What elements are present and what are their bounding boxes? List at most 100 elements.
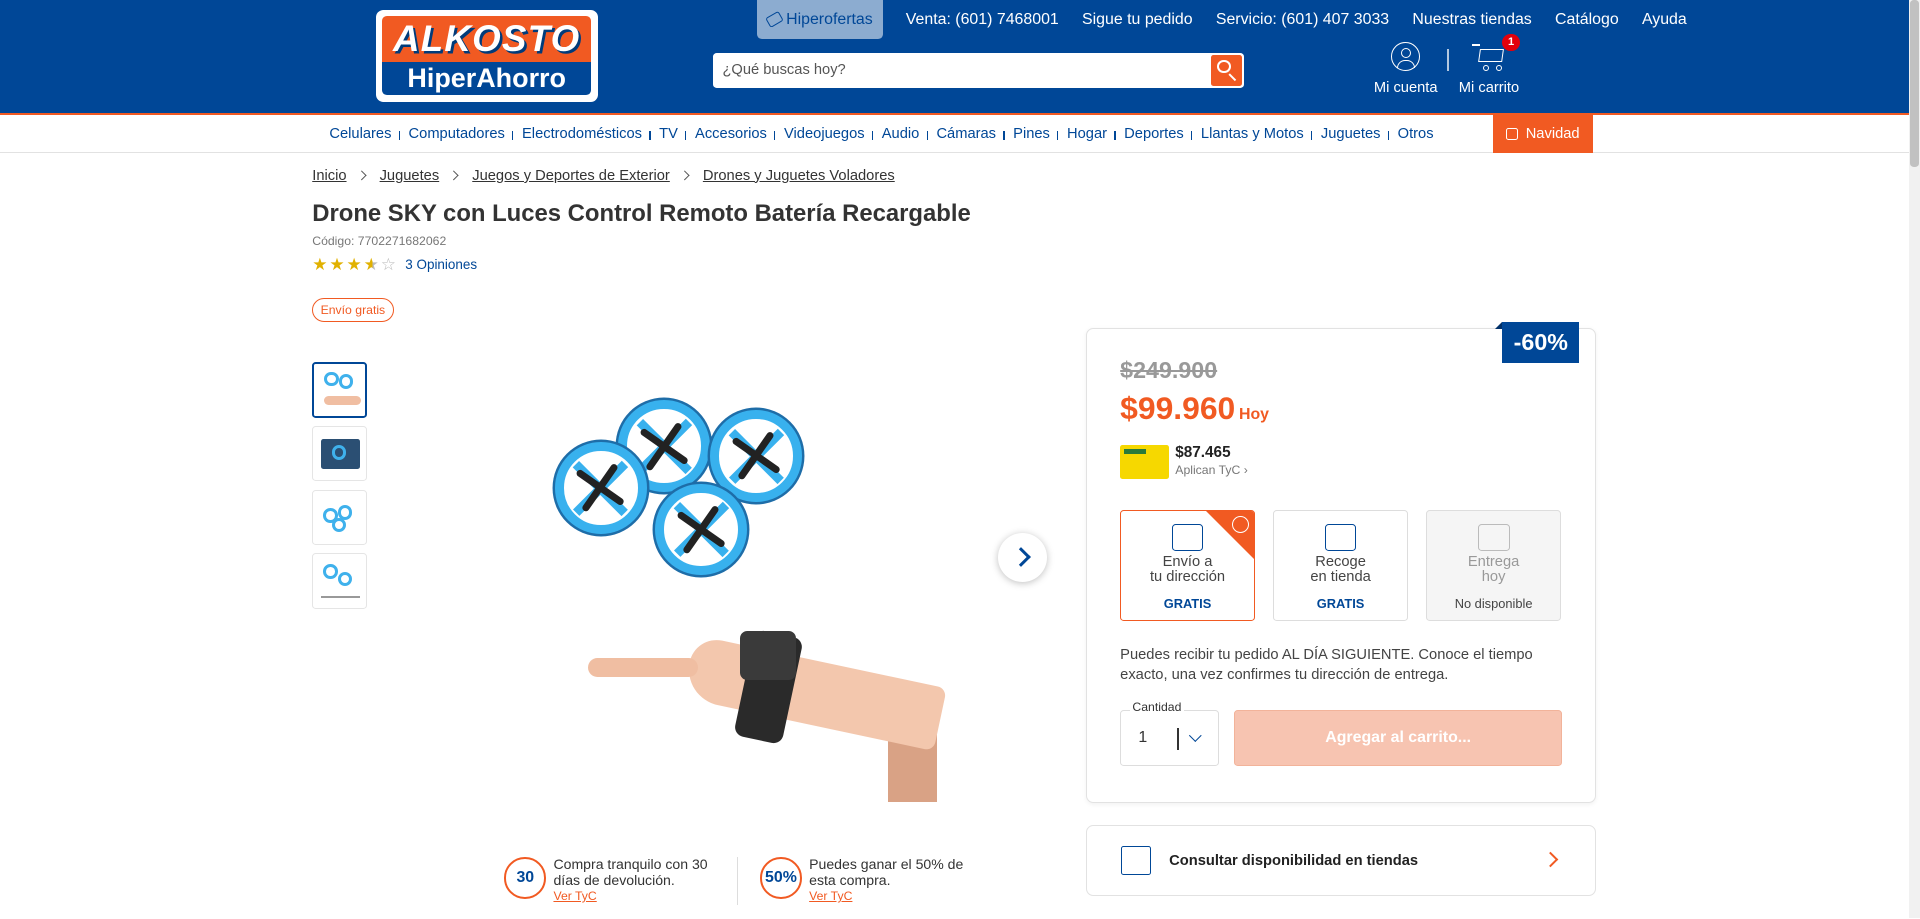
promo-strip: 30 Compra tranquilo con 30 días de devol… (504, 856, 982, 905)
breadcrumb-juegos-exterior[interactable]: Juegos y Deportes de Exterior (472, 168, 670, 184)
page: ALKOSTO HiperAhorro Hiperofertas Venta: … (0, 0, 1920, 919)
nav-item-pines[interactable]: Pines (1003, 126, 1059, 142)
scrollbar-thumb[interactable] (1910, 0, 1919, 167)
quantity-select[interactable]: 1 (1120, 709, 1220, 767)
hiperofertas-label: Hiperofertas (786, 10, 873, 28)
breadcrumb-drones[interactable]: Drones y Juguetes Voladores (703, 168, 895, 184)
current-price: $99.960 (1120, 390, 1236, 427)
cart-count-badge: 1 (1502, 34, 1520, 52)
nav-item-videojuegos[interactable]: Videojuegos (774, 126, 873, 142)
delivery-options: Envío a tu dirección GRATIS Recoge en ti… (1120, 510, 1561, 621)
product-rating[interactable]: ★ ★ ★ ★ ☆ 3 Opiniones (312, 253, 477, 274)
chevron-right-icon (679, 170, 690, 181)
delivery-option-today-line1: Entrega (1467, 554, 1520, 571)
thumbnail-2[interactable] (312, 426, 368, 482)
thumbnail-4[interactable] (312, 553, 368, 609)
star-empty-icon: ☆ (380, 253, 397, 274)
percent-50-icon: 50% (760, 857, 802, 899)
promo-devolucion-text: Compra tranquilo con 30 días de devoluci… (553, 856, 708, 889)
nav-item-celulares[interactable]: Celulares (321, 126, 400, 142)
opinions-link[interactable]: 3 Opiniones (405, 257, 477, 272)
delivery-option-pickup-line1: Recoge (1315, 554, 1366, 571)
search-icon-handle (1228, 73, 1237, 82)
gift-icon (1506, 127, 1519, 141)
delivery-option-today-status: No disponible (1454, 596, 1533, 612)
card-terms-link[interactable]: Aplican TyC › (1175, 463, 1248, 477)
top-link-sigue-pedido[interactable]: Sigue tu pedido (1082, 11, 1193, 29)
category-nav: Celulares Computadores Electrodomésticos… (0, 115, 1920, 154)
truck-icon (1171, 523, 1204, 551)
alkosto-logo[interactable]: ALKOSTO HiperAhorro (375, 9, 598, 102)
search-input[interactable] (722, 52, 1200, 89)
old-price: $249.900 (1120, 357, 1218, 384)
price-box: -60% $249.900 $99.960 Hoy $87.465 Aplica… (1086, 321, 1596, 804)
store-icon (1324, 523, 1357, 551)
delivery-option-today: Entrega hoy No disponible (1426, 510, 1561, 621)
return-30-icon: 30 (504, 857, 547, 899)
card-terms-label: Aplican TyC (1175, 462, 1241, 477)
delivery-option-pickup[interactable]: Recoge en tienda GRATIS (1273, 510, 1408, 621)
breadcrumb-juguetes[interactable]: Juguetes (380, 168, 440, 184)
delivery-option-pickup-status: GRATIS (1316, 596, 1365, 612)
top-links: Hiperofertas Venta: (601) 7468001 Sigue … (756, 0, 1687, 40)
promo-50: 50% Puedes ganar el 50% de esta compra. … (737, 856, 982, 905)
chevron-right-icon (448, 170, 460, 181)
top-link-servicio[interactable]: Servicio: (601) 407 3033 (1216, 11, 1389, 29)
nav-item-juguetes[interactable]: Juguetes (1311, 126, 1389, 142)
free-shipping-badge: Envío gratis (312, 297, 394, 323)
star-icon: ★ (346, 253, 362, 274)
thumbnail-3[interactable] (312, 489, 368, 545)
hiperofertas-link[interactable]: Hiperofertas (756, 0, 883, 40)
add-to-cart-button[interactable]: Agregar al carrito... (1234, 709, 1563, 767)
nav-item-navidad[interactable]: Navidad (1492, 115, 1594, 154)
nav-item-otros[interactable]: Otros (1387, 126, 1442, 142)
quantity-label: Cantidad (1129, 700, 1184, 715)
nav-item-accesorios[interactable]: Accesorios (685, 126, 775, 142)
nav-item-hogar[interactable]: Hogar (1057, 126, 1115, 142)
delivery-note: Puedes recibir tu pedido AL DÍA SIGUIENT… (1120, 647, 1533, 683)
star-half-icon: ★ (363, 253, 380, 274)
nav-item-camaras[interactable]: Cámaras (926, 126, 1005, 142)
store-icon (1121, 845, 1151, 876)
account-button[interactable]: Mi cuenta (1371, 41, 1440, 96)
tag-icon (764, 11, 783, 29)
top-link-venta[interactable]: Venta: (601) 7468001 (906, 11, 1059, 29)
store-availability-button[interactable]: Consultar disponibilidad en tiendas (1086, 825, 1596, 897)
logo-top-text: ALKOSTO (382, 15, 592, 63)
nav-item-computadores[interactable]: Computadores (398, 126, 513, 142)
chevron-right-icon (1542, 852, 1559, 868)
search-button[interactable] (1211, 55, 1242, 86)
nav-item-audio[interactable]: Audio (871, 126, 928, 142)
drone-propeller (554, 442, 647, 534)
product-main-image[interactable] (520, 386, 947, 803)
cart-label: Mi carrito (1458, 79, 1520, 96)
breadcrumb-inicio[interactable]: Inicio (312, 168, 346, 184)
nav-item-tv[interactable]: TV (649, 126, 687, 142)
product-title: Drone SKY con Luces Control Remoto Bater… (312, 199, 971, 227)
nav-item-llantas-motos[interactable]: Llantas y Motos (1191, 126, 1312, 142)
chevron-right-icon (356, 170, 367, 181)
search-bar (712, 52, 1245, 89)
delivery-option-today-line2: hoy (1481, 569, 1506, 586)
promo-devolucion-tyc-link[interactable]: Ver TyC (553, 889, 737, 905)
thumbnail-1[interactable] (312, 362, 368, 418)
header: ALKOSTO HiperAhorro Hiperofertas Venta: … (0, 0, 1920, 113)
delivery-option-home[interactable]: Envío a tu dirección GRATIS (1120, 510, 1255, 621)
cart-icon (1471, 42, 1506, 71)
product-code: Código: 7702271682062 (312, 233, 447, 248)
nav-item-electrodomesticos[interactable]: Electrodomésticos (512, 126, 650, 142)
page-scrollbar[interactable] (1909, 0, 1920, 919)
search-icon (1217, 59, 1231, 74)
next-image-button[interactable] (997, 532, 1047, 582)
top-link-tiendas[interactable]: Nuestras tiendas (1412, 11, 1531, 29)
credit-card-icon (1120, 445, 1170, 479)
logo-bottom-text: HiperAhorro (382, 62, 592, 96)
delivery-option-pickup-line2: en tienda (1310, 569, 1371, 586)
promo-50-tyc-link[interactable]: Ver TyC (809, 889, 982, 905)
store-availability-label: Consultar disponibilidad en tiendas (1169, 853, 1419, 870)
top-link-catalogo[interactable]: Catálogo (1555, 11, 1619, 29)
delivery-option-home-status: GRATIS (1163, 596, 1212, 612)
account-label: Mi cuenta (1373, 79, 1438, 96)
top-link-ayuda[interactable]: Ayuda (1642, 11, 1687, 29)
nav-item-deportes[interactable]: Deportes (1114, 126, 1193, 142)
